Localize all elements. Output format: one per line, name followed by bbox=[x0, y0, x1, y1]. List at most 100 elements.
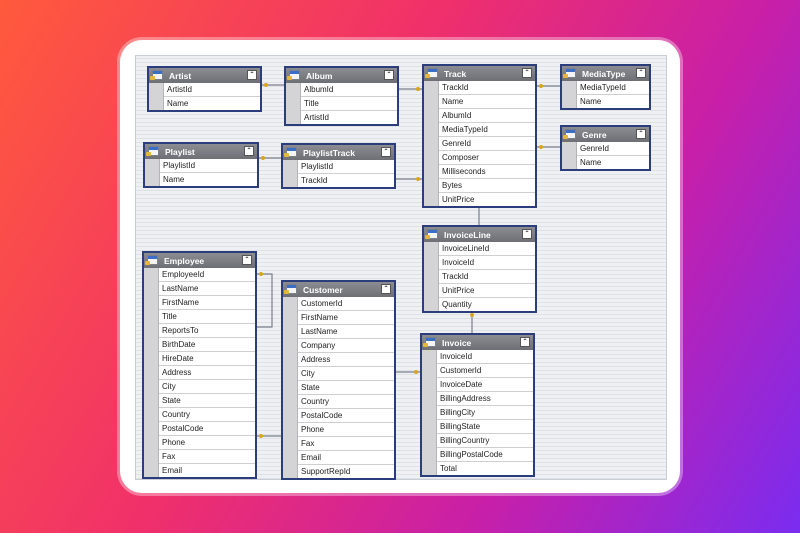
field-row[interactable]: UnitPrice bbox=[439, 284, 535, 298]
table-title: Track bbox=[444, 68, 467, 79]
field-row[interactable]: AlbumId bbox=[301, 83, 397, 97]
field-row[interactable]: Title bbox=[159, 310, 255, 324]
field-row[interactable]: City bbox=[159, 380, 255, 394]
collapse-icon[interactable]: ⌃ bbox=[522, 68, 532, 78]
table-icon bbox=[284, 284, 297, 294]
field-row[interactable]: MediaTypeId bbox=[439, 123, 535, 137]
field-row[interactable]: Country bbox=[298, 395, 394, 409]
field-row[interactable]: State bbox=[298, 381, 394, 395]
table-title: Genre bbox=[582, 129, 607, 140]
field-row[interactable]: Bytes bbox=[439, 179, 535, 193]
table-invoiceline[interactable]: InvoiceLine ⌃ InvoiceLineId InvoiceId Tra… bbox=[422, 225, 537, 313]
field-row[interactable]: TrackId bbox=[439, 81, 535, 95]
collapse-icon[interactable]: ⌃ bbox=[381, 284, 391, 294]
field-row[interactable]: BillingCity bbox=[437, 406, 533, 420]
field-row[interactable]: Company bbox=[298, 339, 394, 353]
collapse-icon[interactable]: ⌃ bbox=[244, 146, 254, 156]
table-icon bbox=[563, 129, 576, 139]
field-row[interactable]: CustomerId bbox=[298, 297, 394, 311]
field-row[interactable]: Name bbox=[164, 97, 260, 110]
field-row[interactable]: InvoiceId bbox=[439, 256, 535, 270]
field-row[interactable]: TrackId bbox=[439, 270, 535, 284]
field-row[interactable]: HireDate bbox=[159, 352, 255, 366]
field-row[interactable]: Quantity bbox=[439, 298, 535, 311]
field-row[interactable]: ArtistId bbox=[164, 83, 260, 97]
table-title: InvoiceLine bbox=[444, 229, 491, 240]
field-row[interactable]: State bbox=[159, 394, 255, 408]
collapse-icon[interactable]: ⌃ bbox=[636, 68, 646, 78]
field-row[interactable]: GenreId bbox=[577, 142, 649, 156]
field-row[interactable]: PostalCode bbox=[159, 422, 255, 436]
field-row[interactable]: ReportsTo bbox=[159, 324, 255, 338]
collapse-icon[interactable]: ⌃ bbox=[384, 70, 394, 80]
field-row[interactable]: AlbumId bbox=[439, 109, 535, 123]
field-row[interactable]: Name bbox=[577, 156, 649, 169]
table-icon bbox=[146, 146, 159, 156]
field-row[interactable]: SupportRepId bbox=[298, 465, 394, 478]
table-invoice[interactable]: Invoice ⌃ InvoiceId CustomerId InvoiceDat… bbox=[420, 333, 535, 477]
field-row[interactable]: Fax bbox=[159, 450, 255, 464]
field-row[interactable]: Name bbox=[577, 95, 649, 108]
table-playlist[interactable]: Playlist ⌃ PlaylistId Name bbox=[143, 142, 259, 188]
field-row[interactable]: Milliseconds bbox=[439, 165, 535, 179]
field-row[interactable]: InvoiceLineId bbox=[439, 242, 535, 256]
table-genre[interactable]: Genre ⌃ GenreId Name bbox=[560, 125, 651, 171]
table-icon bbox=[150, 70, 163, 80]
field-row[interactable]: InvoiceId bbox=[437, 350, 533, 364]
field-row[interactable]: LastName bbox=[159, 282, 255, 296]
field-row[interactable]: BirthDate bbox=[159, 338, 255, 352]
field-row[interactable]: Address bbox=[298, 353, 394, 367]
collapse-icon[interactable]: ⌃ bbox=[381, 147, 391, 157]
field-row[interactable]: Total bbox=[437, 462, 533, 475]
field-row[interactable]: PostalCode bbox=[298, 409, 394, 423]
field-row[interactable]: Fax bbox=[298, 437, 394, 451]
field-row[interactable]: Email bbox=[298, 451, 394, 465]
field-row[interactable]: TrackId bbox=[298, 174, 394, 187]
field-row[interactable]: BillingPostalCode bbox=[437, 448, 533, 462]
table-icon bbox=[145, 255, 158, 265]
field-row[interactable]: BillingState bbox=[437, 420, 533, 434]
field-row[interactable]: Email bbox=[159, 464, 255, 477]
field-row[interactable]: PlaylistId bbox=[298, 160, 394, 174]
table-title: Customer bbox=[303, 284, 343, 295]
table-playlisttrack[interactable]: PlaylistTrack ⌃ PlaylistId TrackId bbox=[281, 143, 396, 189]
table-mediatype[interactable]: MediaType ⌃ MediaTypeId Name bbox=[560, 64, 651, 110]
field-row[interactable]: CustomerId bbox=[437, 364, 533, 378]
field-row[interactable]: BillingCountry bbox=[437, 434, 533, 448]
table-icon bbox=[284, 147, 297, 157]
field-row[interactable]: FirstName bbox=[298, 311, 394, 325]
field-row[interactable]: FirstName bbox=[159, 296, 255, 310]
collapse-icon[interactable]: ⌃ bbox=[522, 229, 532, 239]
field-row[interactable]: City bbox=[298, 367, 394, 381]
collapse-icon[interactable]: ⌃ bbox=[247, 70, 257, 80]
table-icon bbox=[423, 337, 436, 347]
field-row[interactable]: Address bbox=[159, 366, 255, 380]
table-artist[interactable]: Artist ⌃ ArtistId Name bbox=[147, 66, 262, 112]
field-row[interactable]: UnitPrice bbox=[439, 193, 535, 206]
table-title: Playlist bbox=[165, 146, 195, 157]
field-row[interactable]: ArtistId bbox=[301, 111, 397, 124]
field-row[interactable]: EmployeeId bbox=[159, 268, 255, 282]
field-row[interactable]: Title bbox=[301, 97, 397, 111]
collapse-icon[interactable]: ⌃ bbox=[520, 337, 530, 347]
field-row[interactable]: InvoiceDate bbox=[437, 378, 533, 392]
field-row[interactable]: Phone bbox=[159, 436, 255, 450]
table-employee[interactable]: Employee ⌃ EmployeeId LastName FirstName … bbox=[142, 251, 257, 479]
field-row[interactable]: Country bbox=[159, 408, 255, 422]
field-row[interactable]: Name bbox=[160, 173, 257, 186]
field-row[interactable]: LastName bbox=[298, 325, 394, 339]
field-row[interactable]: Composer bbox=[439, 151, 535, 165]
table-title: Artist bbox=[169, 70, 192, 81]
table-icon bbox=[563, 68, 576, 78]
collapse-icon[interactable]: ⌃ bbox=[242, 255, 252, 265]
field-row[interactable]: BillingAddress bbox=[437, 392, 533, 406]
field-row[interactable]: Name bbox=[439, 95, 535, 109]
field-row[interactable]: Phone bbox=[298, 423, 394, 437]
table-track[interactable]: Track ⌃ TrackId Name AlbumId MediaTypeId … bbox=[422, 64, 537, 208]
table-customer[interactable]: Customer ⌃ CustomerId FirstName LastName … bbox=[281, 280, 396, 480]
field-row[interactable]: MediaTypeId bbox=[577, 81, 649, 95]
collapse-icon[interactable]: ⌃ bbox=[636, 129, 646, 139]
table-album[interactable]: Album ⌃ AlbumId Title ArtistId bbox=[284, 66, 399, 126]
field-row[interactable]: GenreId bbox=[439, 137, 535, 151]
field-row[interactable]: PlaylistId bbox=[160, 159, 257, 173]
